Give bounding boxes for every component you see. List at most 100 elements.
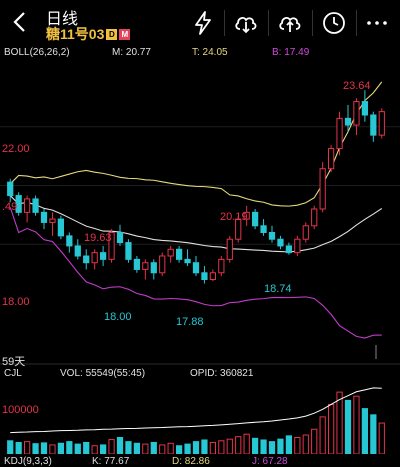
- volume-bar: [116, 437, 124, 454]
- candle-body: [91, 252, 98, 264]
- candle: [32, 195, 39, 216]
- candle: [370, 111, 377, 142]
- open-interest-line: [10, 387, 382, 434]
- candle-body: [116, 232, 124, 244]
- candle: [378, 108, 385, 139]
- candle-body: [192, 262, 200, 274]
- candle-body: [311, 208, 318, 227]
- volume-bar: [159, 444, 166, 454]
- candle-body: [294, 238, 301, 254]
- candle-body: [159, 255, 166, 274]
- boll-lower-value: B: 17.49: [272, 47, 310, 58]
- candle: [268, 225, 276, 243]
- symbol-title[interactable]: 糖11号03 D M: [46, 24, 131, 44]
- boll-indicator-label[interactable]: BOLL(26,26,2): [4, 47, 70, 58]
- candle-body: [268, 232, 276, 240]
- volume-bar: [32, 443, 39, 454]
- volume-bar: [268, 441, 276, 454]
- price-axis-cut: .49: [2, 201, 18, 213]
- candle-body: [302, 225, 309, 240]
- candle-body: [99, 252, 107, 260]
- candle-body: [57, 218, 65, 237]
- candle-body: [40, 211, 48, 223]
- kdj-j-value: J: 67.28: [252, 456, 288, 467]
- annotation-peak1: 19.63: [84, 232, 112, 244]
- candle-body: [150, 262, 157, 274]
- top-bar: 日线 糖11号03 D M: [0, 0, 400, 44]
- candle: [201, 266, 208, 284]
- cloud-upload-icon[interactable]: [277, 10, 303, 36]
- volume-bar: [192, 441, 200, 454]
- candle-body: [251, 211, 259, 227]
- candle-body: [32, 198, 39, 213]
- annotation-low2: 17.88: [176, 316, 204, 328]
- kdj-indicator-label[interactable]: KDJ(9,3,3): [4, 456, 52, 467]
- volume-bar: [243, 433, 250, 454]
- volume-bar: [302, 434, 309, 454]
- volume-bar: [15, 441, 22, 454]
- candle: [49, 212, 56, 236]
- lightning-icon[interactable]: [190, 10, 216, 36]
- volume-bar: [344, 399, 352, 454]
- candle-body: [285, 245, 293, 254]
- candle: [226, 235, 233, 263]
- candle-body: [23, 198, 31, 213]
- volume-bar: [83, 441, 90, 454]
- kdj-d-value: D: 82.86: [172, 456, 210, 467]
- back-arrow-icon[interactable]: [8, 10, 32, 34]
- candle-body: [319, 168, 326, 210]
- volume-bar: [226, 438, 233, 454]
- volume-bar: [49, 444, 56, 454]
- annotation-low1: 18.00: [104, 311, 132, 323]
- volume-bar: [277, 438, 284, 454]
- candle-body: [209, 272, 217, 281]
- candle-body: [226, 238, 233, 260]
- annotation-low3: 18.74: [264, 283, 292, 295]
- month-badge: M: [119, 29, 131, 40]
- candle-body: [167, 248, 174, 257]
- volume-bar: [133, 442, 141, 454]
- volume-bar: [353, 395, 360, 454]
- day-badge: D: [106, 29, 118, 40]
- candle: [142, 259, 149, 280]
- volume-bar: [57, 442, 65, 454]
- candle: [209, 269, 217, 282]
- volume-bar: [209, 441, 217, 454]
- volume-bar: [66, 441, 73, 454]
- candle: [184, 249, 191, 267]
- candle: [218, 256, 225, 277]
- candle: [361, 90, 369, 122]
- candle: [23, 195, 31, 223]
- candle-body: [7, 181, 14, 197]
- volume-bar: [142, 443, 149, 454]
- volume-bar: [260, 439, 267, 454]
- cjl-indicator-label[interactable]: CJL: [4, 368, 22, 379]
- boll-upper-line: [9, 81, 383, 207]
- volume-bar: [378, 422, 385, 454]
- volume-chart[interactable]: [0, 380, 400, 454]
- volume-bar: [150, 441, 157, 454]
- candle-body: [125, 242, 132, 260]
- annotation-high: 23.64: [343, 80, 371, 92]
- candle-body: [83, 255, 90, 264]
- candle-body: [142, 262, 149, 270]
- volume-bar: [74, 443, 81, 454]
- candle-body: [327, 148, 335, 170]
- candle-body: [218, 258, 225, 274]
- more-icon[interactable]: [364, 10, 390, 36]
- price-axis-18: 18.00: [2, 296, 30, 308]
- volume-bar: [370, 414, 377, 454]
- candle-body: [370, 114, 377, 136]
- boll-mid-value: M: 20.77: [112, 47, 151, 58]
- candle-body: [336, 117, 343, 150]
- volume-bar: [311, 428, 318, 454]
- candle: [327, 145, 335, 173]
- volume-bar: [327, 404, 335, 454]
- candle-body: [201, 272, 208, 281]
- cloud-download-icon[interactable]: [233, 10, 259, 36]
- volume-bar: [175, 445, 183, 454]
- volume-bar: [23, 441, 31, 454]
- clock-icon[interactable]: [321, 10, 347, 36]
- candle-body: [133, 258, 141, 270]
- period-days-label: 59天: [2, 356, 26, 368]
